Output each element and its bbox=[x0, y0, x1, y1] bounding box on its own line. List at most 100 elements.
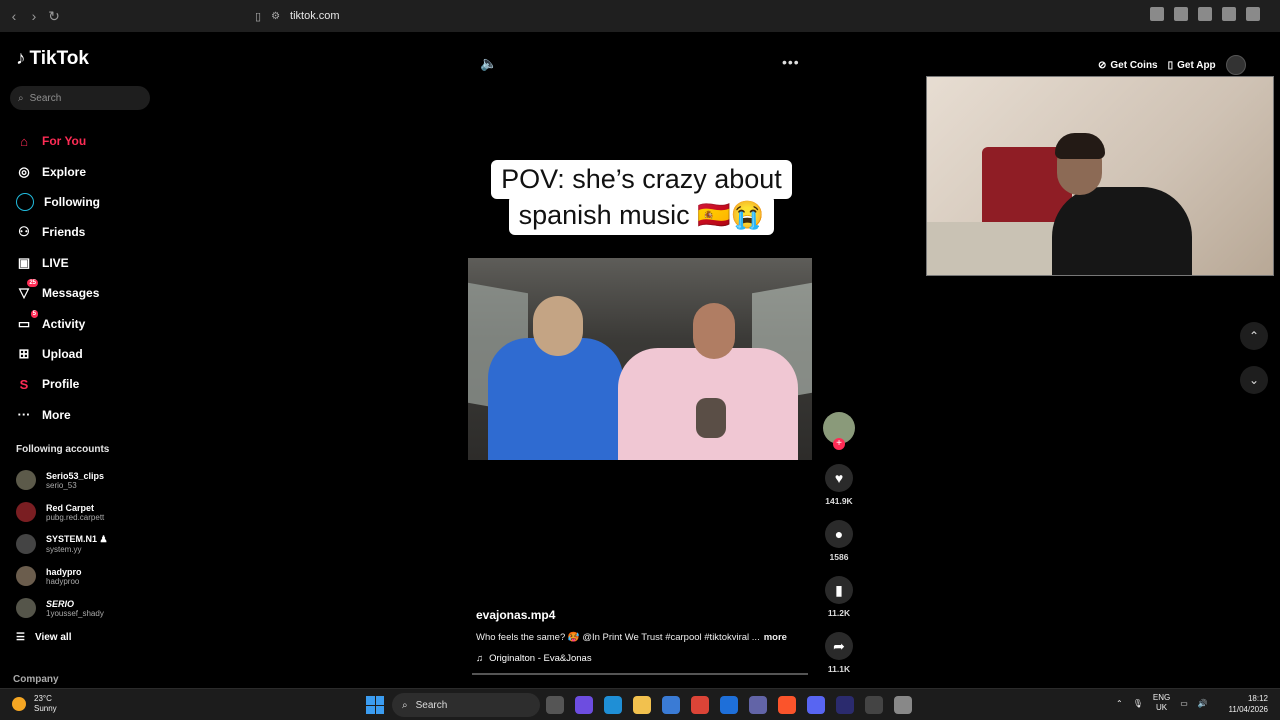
person-head bbox=[693, 303, 735, 359]
music-title: Originalton - Eva&Jonas bbox=[489, 653, 592, 664]
avatar bbox=[16, 566, 36, 586]
menu-item-more[interactable]: ··· More bbox=[16, 400, 100, 430]
share-count: 11.1K bbox=[827, 664, 851, 674]
volume-icon[interactable]: 🔈 bbox=[480, 55, 497, 72]
tiktok-logo[interactable]: ♪ TikTok bbox=[16, 48, 89, 70]
video-progress-bar[interactable] bbox=[472, 673, 808, 675]
settings-icon[interactable] bbox=[894, 696, 912, 714]
comment-count: 1586 bbox=[829, 552, 849, 562]
sidebar: ♪ TikTok ⌕ Search ⌂ For You ◎ Explore Fo… bbox=[0, 32, 160, 688]
menu-label: Explore bbox=[42, 164, 87, 179]
app-icon[interactable] bbox=[836, 696, 854, 714]
account-item[interactable]: Serio53_clips serio_53 bbox=[16, 464, 108, 496]
save-count: 11.2K bbox=[827, 608, 851, 618]
menu-label: LIVE bbox=[42, 255, 69, 270]
video-author[interactable]: evajonas.mp4 bbox=[476, 608, 806, 622]
site-info-icon[interactable]: ⚙ bbox=[271, 11, 280, 22]
extension-icon[interactable] bbox=[1150, 7, 1164, 21]
bookmark-icon[interactable]: ▯ bbox=[255, 10, 261, 23]
creator-avatar[interactable]: + bbox=[823, 412, 855, 450]
taskbar-search[interactable]: ⌕ Search bbox=[392, 693, 540, 717]
bookmark-icon[interactable]: ▮ bbox=[825, 576, 853, 604]
brave-icon[interactable] bbox=[778, 696, 796, 714]
person-head bbox=[533, 296, 583, 356]
menu-item-profile[interactable]: S Profile bbox=[16, 369, 100, 399]
weather-condition: Sunny bbox=[34, 704, 57, 713]
get-app-button[interactable]: ▯ Get App bbox=[1168, 60, 1216, 71]
menu-item-activity[interactable]: ▭ 5 Activity bbox=[16, 308, 100, 338]
app-icon[interactable] bbox=[865, 696, 883, 714]
extension-icon[interactable] bbox=[1198, 7, 1212, 21]
video-actions: + ♥ 141.9K ● 1586 ▮ 11.2K ➦ 11.1K bbox=[822, 412, 856, 688]
task-view-icon[interactable] bbox=[546, 696, 564, 714]
language-indicator[interactable]: ENG UK bbox=[1153, 693, 1170, 713]
following-accounts-title: Following accounts bbox=[16, 444, 110, 455]
copilot-icon[interactable] bbox=[575, 696, 593, 714]
reload-icon[interactable]: ↻ bbox=[44, 6, 64, 26]
clock-date: 11/04/2026 bbox=[1228, 705, 1268, 714]
weather-widget[interactable]: 23°C Sunny bbox=[12, 694, 57, 714]
taskbar-apps bbox=[546, 696, 912, 714]
account-item[interactable]: hadypro hadyproo bbox=[16, 560, 108, 592]
extension-icon[interactable] bbox=[1174, 7, 1188, 21]
menu-item-messages[interactable]: ▽ 25 Messages bbox=[16, 278, 100, 308]
network-icon[interactable]: ▭ bbox=[1180, 699, 1188, 708]
edge-icon[interactable] bbox=[604, 696, 622, 714]
extension-icon[interactable] bbox=[1222, 7, 1236, 21]
video-description: Who feels the same? 🥵 @In Print We Trust… bbox=[476, 632, 806, 643]
extension-icons bbox=[1150, 7, 1260, 21]
description-more-button[interactable]: more bbox=[764, 632, 787, 643]
music-info[interactable]: ♫ Originalton - Eva&Jonas bbox=[476, 653, 806, 664]
share-icon[interactable]: ➦ bbox=[825, 632, 853, 660]
more-icon: ··· bbox=[17, 407, 31, 423]
view-all-link[interactable]: ☰ View all bbox=[16, 624, 108, 650]
comment-icon[interactable]: ● bbox=[825, 520, 853, 548]
address-bar[interactable]: ▯ ⚙ tiktok.com bbox=[255, 5, 340, 27]
volume-icon[interactable]: 🔊 bbox=[1198, 699, 1208, 708]
menu-label: Upload bbox=[42, 346, 83, 361]
like-icon[interactable]: ♥ bbox=[825, 464, 853, 492]
back-icon[interactable]: ‹ bbox=[4, 6, 24, 26]
view-all-label: View all bbox=[34, 631, 72, 643]
get-app-label: Get App bbox=[1177, 59, 1216, 71]
caption-line-1: POV: she’s crazy about bbox=[491, 160, 792, 199]
forward-icon[interactable]: › bbox=[24, 6, 44, 26]
avatar[interactable] bbox=[1225, 55, 1246, 75]
menu-label: Messages bbox=[42, 286, 100, 301]
menu-label: Following bbox=[44, 194, 100, 209]
search-input[interactable]: ⌕ Search bbox=[10, 86, 150, 110]
follow-plus-icon[interactable]: + bbox=[833, 438, 845, 450]
teams-icon[interactable] bbox=[749, 696, 767, 714]
menu-item-friends[interactable]: ⚇ Friends bbox=[16, 217, 100, 247]
activity-badge: 5 bbox=[30, 309, 38, 318]
account-item[interactable]: SERIO 1youssef_shady bbox=[16, 592, 108, 624]
messages-badge: 25 bbox=[27, 279, 38, 288]
previous-video-button[interactable]: ⌃ bbox=[1240, 322, 1268, 350]
company-link[interactable]: Company bbox=[13, 674, 59, 685]
clock[interactable]: 18:12 11/04/2026 bbox=[1229, 693, 1268, 715]
account-item[interactable]: SYSTEM.N1 ♟ system.yy bbox=[16, 528, 108, 560]
chevron-up-icon[interactable]: ⌃ bbox=[1116, 699, 1123, 708]
video-player[interactable] bbox=[468, 258, 812, 460]
store-icon[interactable] bbox=[662, 696, 680, 714]
next-video-button[interactable]: ⌄ bbox=[1240, 366, 1268, 394]
language-region: UK bbox=[1155, 703, 1168, 712]
more-options-icon[interactable]: ••• bbox=[782, 54, 800, 70]
get-coins-button[interactable]: ⊘ Get Coins bbox=[1098, 60, 1158, 71]
microphone-icon[interactable]: 🎙 bbox=[1133, 699, 1143, 708]
file-explorer-icon[interactable] bbox=[633, 696, 651, 714]
windows-start-icon[interactable] bbox=[366, 696, 384, 714]
account-item[interactable]: Red Carpet pubg.red.carpett bbox=[16, 496, 108, 528]
discord-icon[interactable] bbox=[807, 696, 825, 714]
menu-item-for-you[interactable]: ⌂ For You bbox=[16, 126, 100, 156]
following-accounts-list: Serio53_clips serio_53 Red Carpet pubg.red… bbox=[16, 464, 108, 650]
account-name: Red Carpet bbox=[46, 502, 95, 513]
chrome-icon[interactable] bbox=[691, 696, 709, 714]
outlook-icon[interactable] bbox=[720, 696, 738, 714]
menu-item-following[interactable]: Following bbox=[16, 187, 100, 217]
menu-item-live[interactable]: ▣ LIVE bbox=[16, 248, 100, 278]
menu-item-explore[interactable]: ◎ Explore bbox=[16, 156, 100, 186]
menu-item-upload[interactable]: ⊞ Upload bbox=[16, 339, 100, 369]
extension-icon[interactable] bbox=[1246, 7, 1260, 21]
account-name: SYSTEM.N1 ♟ bbox=[46, 534, 108, 544]
